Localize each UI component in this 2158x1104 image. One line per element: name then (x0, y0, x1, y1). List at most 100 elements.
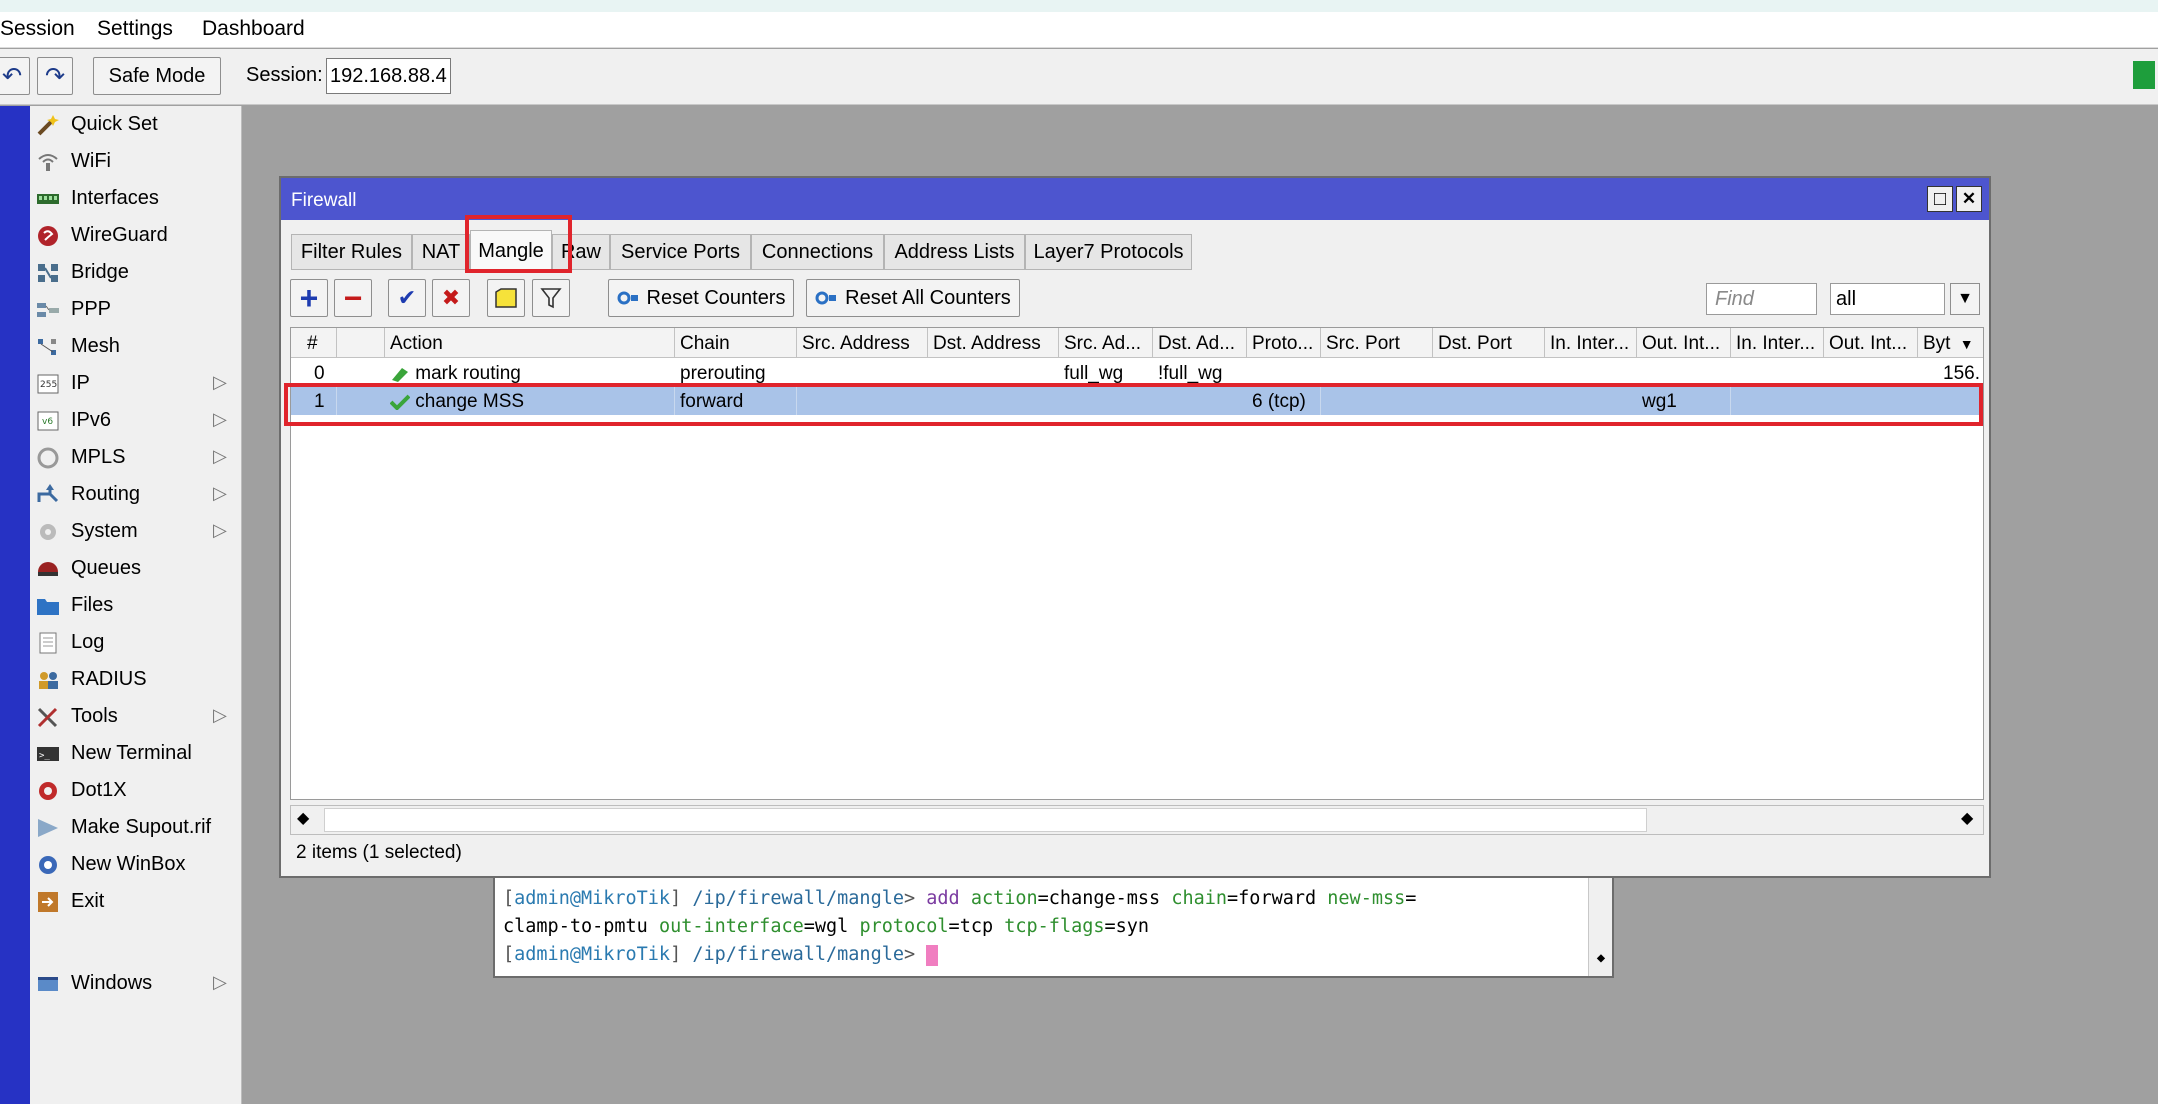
filter-select[interactable]: all (1830, 283, 1945, 315)
column-header-src-address[interactable]: Src. Address (797, 328, 928, 358)
redo-button[interactable]: ↷ (37, 57, 73, 95)
sidebar-item-queues[interactable]: Queues (30, 550, 242, 587)
sidebar-item-system[interactable]: System ▷ (30, 513, 242, 550)
column-header-flags[interactable] (337, 328, 385, 358)
ppp-icon (37, 303, 59, 317)
column-header-chain[interactable]: Chain (675, 328, 797, 358)
tab-address-lists[interactable]: Address Lists (884, 234, 1025, 270)
menu-session[interactable]: Session (0, 17, 75, 41)
column-header-dst-address[interactable]: Dst. Address (928, 328, 1059, 358)
scroll-left-icon[interactable]: ◆ (297, 808, 309, 828)
safe-mode-button[interactable]: Safe Mode (93, 57, 221, 95)
mark-routing-icon (392, 367, 408, 382)
column-header-bytes[interactable]: Byt ▼ (1918, 328, 1983, 358)
reset-counters-button[interactable]: Reset Counters (608, 279, 794, 317)
scroll-right-icon[interactable]: ◆ (1961, 808, 1973, 828)
firewall-title-bar[interactable]: Firewall □ ✕ (281, 178, 1989, 220)
sidebar-item-windows[interactable]: Windows ▷ (30, 965, 242, 1002)
svg-text:v6: v6 (42, 417, 53, 427)
sidebar-item-ppp[interactable]: PPP (30, 291, 242, 328)
arg-key: action (970, 888, 1038, 909)
column-header-in-interface-list[interactable]: In. Inter... (1731, 328, 1824, 358)
sidebar-item-new-terminal[interactable]: >_ New Terminal (30, 735, 242, 772)
sidebar-brand-strip (0, 106, 30, 1104)
tab-nat[interactable]: NAT (412, 234, 470, 270)
filter-button[interactable] (532, 279, 570, 317)
sidebar-item-quick-set[interactable]: Quick Set (30, 106, 242, 143)
scroll-down-icon[interactable]: ◆ (1589, 944, 1613, 972)
winbox-icon (39, 856, 57, 874)
sidebar-item-wireguard[interactable]: WireGuard (30, 217, 242, 254)
top-strip (0, 0, 2158, 12)
session-status-indicator (2133, 61, 2155, 89)
menu-dashboard[interactable]: Dashboard (202, 17, 305, 41)
session-address-field[interactable]: 192.168.88.4 (326, 58, 451, 94)
prompt-path: /ip/firewall/mangle (692, 944, 904, 965)
redo-icon: ↷ (44, 62, 66, 90)
tab-service-ports[interactable]: Service Ports (610, 234, 751, 270)
maximize-icon: □ (1933, 187, 1947, 210)
submenu-arrow-icon: ▷ (213, 520, 227, 540)
sidebar-item-mpls[interactable]: MPLS ▷ (30, 439, 242, 476)
maximize-button[interactable]: □ (1927, 186, 1953, 212)
tab-connections[interactable]: Connections (751, 234, 884, 270)
sidebar-item-interfaces[interactable]: Interfaces (30, 180, 242, 217)
table-horizontal-scrollbar[interactable]: ◆ ◆ (290, 805, 1984, 835)
filter-dropdown-button[interactable]: ▼ (1950, 283, 1980, 315)
sort-arrow-icon: ▼ (1959, 336, 1974, 352)
reset-icon (815, 291, 837, 305)
terminal-scrollbar[interactable]: ◆ (1588, 878, 1612, 976)
reset-all-counters-button[interactable]: Reset All Counters (806, 279, 1020, 317)
submenu-arrow-icon: ▷ (213, 483, 227, 503)
radius-icon (39, 672, 58, 689)
sidebar-item-exit[interactable]: Exit (30, 883, 242, 920)
reset-counters-label: Reset Counters (646, 286, 786, 309)
column-header-out-interface[interactable]: Out. Int... (1637, 328, 1731, 358)
sidebar-item-radius[interactable]: RADIUS (30, 661, 242, 698)
column-header-dst-port[interactable]: Dst. Port (1433, 328, 1545, 358)
folder-icon (37, 599, 59, 615)
scrollbar-thumb[interactable] (324, 808, 1647, 832)
add-button[interactable]: + (290, 279, 328, 317)
sidebar-item-log[interactable]: Log (30, 624, 242, 661)
sidebar-item-bridge[interactable]: Bridge (30, 254, 242, 291)
column-header-out-interface-list[interactable]: Out. Int... (1824, 328, 1918, 358)
sidebar-item-label: PPP (71, 298, 112, 320)
sidebar-item-new-winbox[interactable]: New WinBox (30, 846, 242, 883)
close-button[interactable]: ✕ (1956, 186, 1982, 212)
remove-button[interactable]: − (334, 279, 372, 317)
arg-value: wgl (814, 916, 849, 937)
sidebar-item-label: WiFi (71, 150, 111, 172)
sidebar-item-tools[interactable]: Tools ▷ (30, 698, 242, 735)
disable-button[interactable]: ✖ (432, 279, 470, 317)
sidebar-item-routing[interactable]: Routing ▷ (30, 476, 242, 513)
reset-all-counters-label: Reset All Counters (845, 286, 1011, 309)
column-header-number[interactable]: # (291, 328, 337, 358)
sidebar-item-dot1x[interactable]: Dot1X (30, 772, 242, 809)
find-input[interactable]: Find (1706, 283, 1817, 315)
terminal-line-3: [admin@MikroTik] /ip/firewall/mangle> (503, 944, 939, 966)
column-header-protocol[interactable]: Proto... (1247, 328, 1321, 358)
svg-text:255: 255 (40, 380, 57, 390)
column-header-dst-address-list[interactable]: Dst. Ad... (1153, 328, 1247, 358)
sidebar-item-label: MPLS (71, 446, 126, 468)
column-header-src-port[interactable]: Src. Port (1321, 328, 1433, 358)
sidebar-item-mesh[interactable]: Mesh (30, 328, 242, 365)
comment-button[interactable] (487, 279, 525, 317)
tab-filter-rules[interactable]: Filter Rules (291, 234, 412, 270)
prompt-user: admin@MikroTik (514, 944, 671, 965)
enable-button[interactable]: ✔ (388, 279, 426, 317)
sidebar-item-wifi[interactable]: WiFi (30, 143, 242, 180)
sidebar-item-ipv6[interactable]: v6 IPv6 ▷ (30, 402, 242, 439)
sidebar-item-make-supout[interactable]: Make Supout.rif (30, 809, 242, 846)
sidebar-item-ip[interactable]: 255 IP ▷ (30, 365, 242, 402)
column-header-src-address-list[interactable]: Src. Ad... (1059, 328, 1153, 358)
menu-settings[interactable]: Settings (97, 17, 173, 41)
column-header-action[interactable]: Action (385, 328, 675, 358)
terminal-window[interactable]: [admin@MikroTik] /ip/firewall/mangle> ad… (493, 878, 1614, 978)
tools-icon (37, 707, 58, 728)
undo-button[interactable]: ↶ (0, 57, 30, 95)
sidebar-item-files[interactable]: Files (30, 587, 242, 624)
column-header-in-interface[interactable]: In. Inter... (1545, 328, 1637, 358)
tab-layer7-protocols[interactable]: Layer7 Protocols (1025, 234, 1192, 270)
